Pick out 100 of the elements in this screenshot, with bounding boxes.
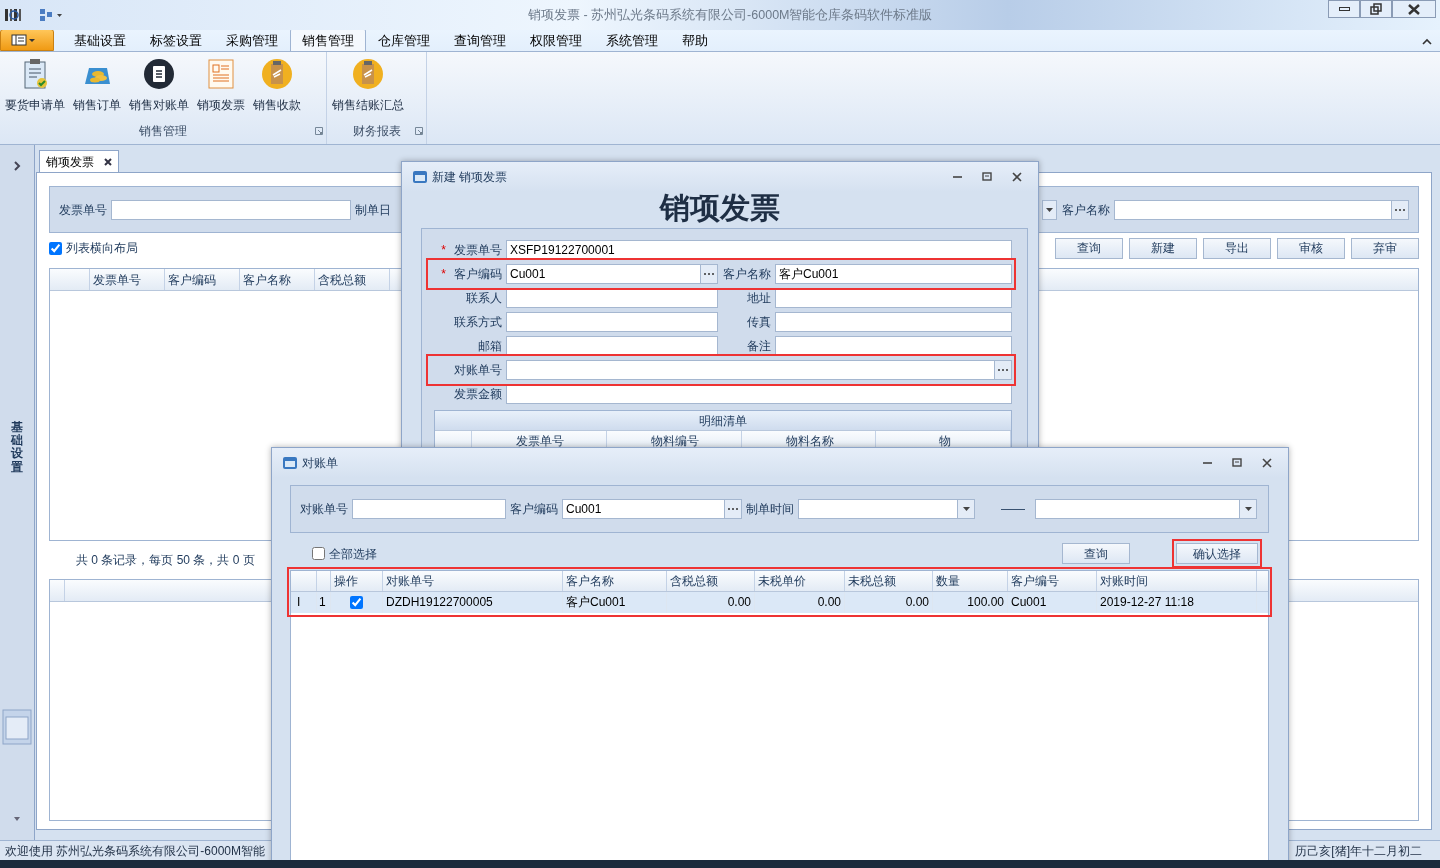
restore-icon (1368, 2, 1384, 16)
launcher-icon[interactable] (315, 127, 323, 135)
input-field[interactable] (506, 384, 1012, 404)
checkbox[interactable] (49, 241, 62, 255)
dropdown-button[interactable] (1240, 499, 1257, 519)
dropdown-button[interactable] (1042, 199, 1057, 220)
ribbon-button[interactable]: 销售结账汇总 (330, 56, 406, 116)
input-field[interactable]: Cu001 (506, 264, 701, 284)
lookup-button[interactable] (701, 264, 718, 284)
column-header[interactable]: 对账时间 (1097, 571, 1257, 591)
ribbon-button[interactable]: 销售对账单 (127, 56, 191, 116)
field-label: 制单日 (355, 201, 391, 219)
lookup-button[interactable] (725, 499, 742, 519)
checkbox[interactable] (312, 547, 325, 560)
column-header[interactable]: 客户编号 (1008, 571, 1097, 591)
scroll-down-icon[interactable] (13, 816, 21, 822)
close-icon (1406, 2, 1422, 16)
dialog-title: 对账单 (302, 455, 338, 472)
column-header[interactable]: 客户名称 (240, 269, 315, 290)
table-cell: Cu001 (1008, 592, 1097, 613)
column-header[interactable]: 含税总额 (667, 571, 755, 591)
ribbon-button[interactable]: 销项发票 (195, 56, 247, 116)
ribbon-tab[interactable]: 基础设置 (62, 29, 138, 51)
input-field[interactable] (798, 499, 958, 519)
input-field[interactable] (506, 288, 718, 308)
minimize-button[interactable] (1328, 0, 1360, 18)
minimize-icon (1202, 462, 1212, 464)
collapse-icon[interactable] (1422, 37, 1432, 45)
document-tab[interactable]: 销项发票 (39, 150, 119, 172)
checkbox-label[interactable]: 列表横向布局 (49, 239, 138, 257)
input-field[interactable] (1035, 499, 1240, 519)
column-header[interactable]: 未税总额 (845, 571, 933, 591)
ribbon-tab[interactable]: 查询管理 (442, 29, 518, 51)
column-header[interactable]: 客户名称 (563, 571, 667, 591)
column-header[interactable]: 对账单号 (383, 571, 563, 591)
input-field[interactable] (775, 336, 1012, 356)
dropdown-button[interactable] (958, 499, 975, 519)
checkbox-label[interactable]: 全部选择 (312, 544, 377, 563)
toolbar-button[interactable]: 新建 (1129, 237, 1197, 259)
lookup-button[interactable] (995, 360, 1012, 380)
lookup-button[interactable] (1392, 199, 1409, 220)
input-field[interactable]: Cu001 (562, 499, 725, 519)
table-cell: DZDH19122700005 (383, 592, 563, 613)
column-header[interactable]: 发票单号 (90, 269, 165, 290)
ribbon-button[interactable]: 销售收款 (251, 56, 303, 116)
group-label: 销售管理 (139, 123, 187, 140)
input-field[interactable] (111, 199, 351, 220)
field-label: 发票金额 (454, 386, 502, 403)
column-header[interactable]: 含税总额 (315, 269, 390, 290)
ribbon-tab[interactable]: 采购管理 (214, 29, 290, 51)
ribbon-tab[interactable]: 权限管理 (518, 29, 594, 51)
required-mark: * (441, 242, 446, 259)
app-menu-button[interactable] (0, 29, 54, 51)
field-label: 联系方式 (454, 314, 502, 331)
input-field[interactable]: XSFP19122700001 (506, 240, 1012, 260)
toolbar-button[interactable]: 弃审 (1351, 237, 1419, 259)
ribbon-button[interactable]: 销售订单 (71, 56, 123, 116)
field-label: 备注 (747, 338, 771, 355)
toolbar-button[interactable]: 查询 (1055, 237, 1123, 259)
query-button[interactable]: 查询 (1062, 543, 1130, 564)
checkbox[interactable] (350, 596, 363, 609)
ribbon-tab[interactable]: 帮助 (670, 29, 720, 51)
column-header[interactable]: 未税单价 (755, 571, 845, 591)
expand-icon[interactable] (13, 161, 21, 171)
ribbon-tab[interactable]: 销售管理 (290, 29, 366, 51)
minimize-icon (1338, 7, 1350, 11)
restore-button[interactable] (1360, 0, 1392, 18)
toolbar-button[interactable]: 导出 (1203, 237, 1271, 259)
ribbon-button[interactable]: 要货申请单 (3, 56, 67, 116)
table-cell: 0.00 (667, 592, 755, 613)
launcher-icon[interactable] (415, 127, 423, 135)
invoice-icon (205, 58, 237, 90)
window-title: 销项发票 - 苏州弘光条码系统有限公司-6000M智能仓库条码软件标准版 (528, 7, 933, 24)
input-field[interactable] (506, 336, 718, 356)
ribbon-tab[interactable]: 仓库管理 (366, 29, 442, 51)
close-icon (1011, 171, 1023, 183)
input-field[interactable] (775, 312, 1012, 332)
input-field[interactable] (775, 288, 1012, 308)
field-label: 联系人 (466, 290, 502, 307)
column-header[interactable]: 操作 (331, 571, 383, 591)
table-row[interactable]: I 1 DZDH19122700005 客户Cu001 0.00 0.00 0.00 100.00 Cu001 2019-12-27 11:18 (291, 592, 1268, 613)
close-tab-button[interactable] (104, 157, 112, 166)
input-field[interactable] (1114, 199, 1392, 220)
table-cell: 100.00 (933, 592, 1008, 613)
field-label: 对账单号 (454, 362, 502, 379)
range-separator: —— (1001, 501, 1025, 518)
ribbon-tab[interactable]: 标签设置 (138, 29, 214, 51)
input-field[interactable] (352, 499, 506, 519)
input-field[interactable] (506, 360, 995, 380)
ribbon-tab[interactable]: 系统管理 (594, 29, 670, 51)
sidebar-label[interactable]: 基础设置 (11, 421, 23, 474)
close-button[interactable] (1392, 0, 1436, 18)
input-field[interactable] (506, 312, 718, 332)
input-field[interactable]: 客户Cu001 (775, 264, 1012, 284)
column-header[interactable]: 客户编码 (165, 269, 240, 290)
caret-down-icon (1045, 206, 1054, 213)
toolbar-button[interactable]: 审核 (1277, 237, 1345, 259)
table-cell: 2019-12-27 11:18 (1097, 592, 1257, 613)
table-cell: 0.00 (755, 592, 845, 613)
column-header[interactable]: 数量 (933, 571, 1008, 591)
